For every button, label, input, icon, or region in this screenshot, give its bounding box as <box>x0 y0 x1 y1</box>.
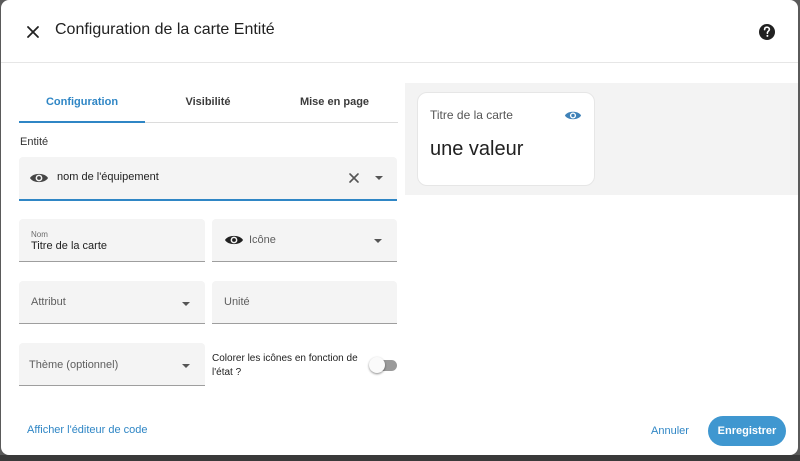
tab-configuration[interactable]: Configuration <box>19 82 145 122</box>
entity-picker[interactable]: nom de l'équipement <box>19 157 397 201</box>
name-value: Titre de la carte <box>31 240 108 252</box>
active-tab-indicator <box>19 121 145 123</box>
entity-value: nom de l'équipement <box>57 171 159 183</box>
card-preview-area: Titre de la carte une valeur <box>405 83 798 195</box>
name-label: Nom <box>31 230 48 239</box>
icon-picker[interactable]: Icône <box>212 219 397 262</box>
attribute-select[interactable]: Attribut <box>19 281 205 324</box>
close-button[interactable] <box>21 20 45 44</box>
header-divider <box>1 62 798 63</box>
help-circle-icon <box>759 24 775 40</box>
state-color-toggle[interactable] <box>369 357 399 375</box>
config-tabs: Configuration Visibilité Mise en page <box>19 82 398 123</box>
save-button[interactable]: Enregistrer <box>708 416 786 446</box>
attribute-label: Attribut <box>31 296 66 308</box>
show-code-editor-link[interactable]: Afficher l'éditeur de code <box>27 424 148 436</box>
help-button[interactable] <box>757 22 777 42</box>
icon-label: Icône <box>249 234 276 246</box>
card-title: Titre de la carte <box>430 108 513 122</box>
tab-layout[interactable]: Mise en page <box>271 82 398 122</box>
tab-visibility[interactable]: Visibilité <box>145 82 271 122</box>
eye-icon <box>30 173 48 183</box>
toggle-thumb <box>369 357 385 373</box>
close-icon <box>27 26 39 38</box>
entity-section-label: Entité <box>20 136 49 148</box>
chevron-down-icon[interactable] <box>182 364 190 368</box>
entity-card-config-dialog: Configuration de la carte Entité Configu… <box>1 0 798 455</box>
entity-card-preview: Titre de la carte une valeur <box>417 92 595 186</box>
eye-icon <box>564 111 582 120</box>
dialog-title: Configuration de la carte Entité <box>55 21 275 38</box>
clear-icon[interactable] <box>347 171 361 185</box>
dialog-header: Configuration de la carte Entité <box>1 0 798 62</box>
state-color-label: Colorer les icônes en fonction de l'état… <box>212 353 358 378</box>
cancel-button[interactable]: Annuler <box>641 416 699 446</box>
card-value: une valeur <box>430 138 524 160</box>
theme-select[interactable]: Thème (optionnel) <box>19 343 205 386</box>
chevron-down-icon[interactable] <box>182 302 190 306</box>
chevron-down-icon[interactable] <box>375 176 383 180</box>
eye-icon <box>225 235 243 245</box>
name-field[interactable]: Nom Titre de la carte <box>19 219 205 262</box>
chevron-down-icon[interactable] <box>374 239 382 243</box>
theme-label: Thème (optionnel) <box>29 359 119 371</box>
unit-field[interactable]: Unité <box>212 281 397 324</box>
background-overlay <box>0 455 800 461</box>
unit-label: Unité <box>224 296 250 308</box>
